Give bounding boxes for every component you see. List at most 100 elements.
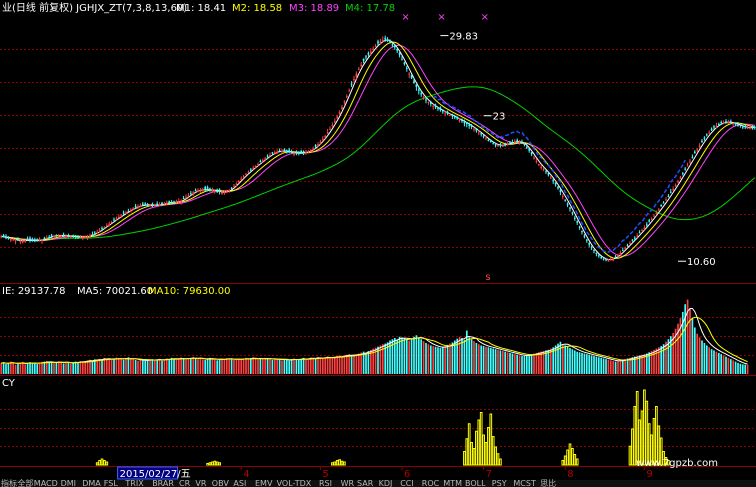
candle-body — [55, 235, 58, 237]
candle-body — [511, 142, 514, 144]
indicator-tab[interactable]: VR — [195, 479, 206, 487]
volume-bar — [569, 347, 571, 374]
volume-bar — [81, 361, 84, 374]
volume-bar — [713, 350, 715, 374]
volume-bar — [573, 350, 576, 374]
indicator-tab[interactable]: 思比 — [540, 478, 556, 487]
candle-body — [139, 205, 142, 207]
indicator-tab[interactable]: MCST — [513, 479, 536, 487]
indicator-tab[interactable]: CCI — [400, 479, 414, 487]
candle-body — [41, 239, 43, 242]
candle-body — [281, 150, 283, 152]
indicator-tab[interactable]: DMA — [82, 479, 101, 487]
volume-bar — [744, 364, 747, 374]
candle-body — [518, 141, 521, 143]
indicator-tab[interactable]: MTM — [443, 479, 462, 487]
candle-body — [137, 206, 139, 208]
volume-bar — [607, 359, 610, 374]
stock-chart-window: 业(日线 前复权) JGHJX_ZT(7,3,8,13,60) M1: 18.4… — [0, 0, 756, 487]
volume-bar — [247, 359, 250, 374]
indicator-tab[interactable]: 指标 — [1, 478, 17, 487]
candle-body — [33, 239, 36, 241]
candle-body — [708, 132, 711, 134]
candle-body — [110, 221, 113, 223]
volume-bar — [137, 360, 139, 374]
volume-bar — [434, 346, 437, 374]
indicator-tab[interactable]: 全部 — [17, 478, 33, 487]
candle-body — [523, 143, 526, 145]
indicator-tab[interactable]: WR — [341, 479, 355, 487]
indicator-tab[interactable]: EMV — [255, 479, 273, 487]
candle-body — [749, 127, 751, 129]
candle-body — [629, 242, 631, 244]
volume-ma5-label: MA5: 70021.60 — [77, 286, 153, 297]
candle-body — [45, 237, 48, 239]
volume-bar — [321, 358, 324, 374]
volume-bar — [494, 349, 497, 374]
volume-bar — [720, 354, 723, 374]
indicator-tab[interactable]: VOL-TDX — [277, 479, 312, 487]
indicator-tab[interactable]: BRAR — [152, 479, 174, 487]
volume-bar — [165, 358, 168, 374]
candle-body — [612, 258, 615, 261]
indicator-tab[interactable]: TRIX — [124, 479, 144, 487]
candlestick-chart[interactable]: 业(日线 前复权) JGHJX_ZT(7,3,8,13,60) M1: 18.4… — [0, 0, 756, 487]
indicator-tab[interactable]: FSL — [104, 479, 119, 487]
volume-bar — [499, 350, 502, 374]
indicator-tab[interactable]: OBV — [212, 479, 230, 487]
volume-bar — [689, 308, 691, 374]
candle-body — [369, 51, 372, 54]
volume-bar — [204, 360, 207, 374]
candle-body — [357, 68, 360, 70]
volume-bar — [461, 338, 463, 374]
volume-bar — [564, 345, 567, 374]
candle-body — [643, 227, 646, 229]
indicator-tab[interactable]: SAR — [357, 479, 374, 487]
indicator-tab[interactable]: PSY — [492, 479, 507, 487]
candle-body — [453, 116, 456, 118]
candle-body — [439, 107, 442, 111]
indicator-tab[interactable]: BOLL — [465, 479, 486, 487]
candle-body — [425, 99, 427, 101]
volume-bar — [619, 360, 622, 374]
volume-bar — [439, 347, 442, 374]
candle-body — [434, 105, 437, 108]
indicator-tab[interactable]: RSI — [319, 479, 332, 487]
indicator-tab[interactable]: DMI — [61, 479, 76, 487]
volume-bar — [506, 352, 509, 374]
candle-body — [353, 78, 355, 80]
volume-bar — [698, 337, 701, 374]
candle-body — [533, 157, 535, 159]
volume-bar — [96, 360, 99, 374]
volume-bar — [468, 337, 471, 374]
candle-body — [36, 240, 39, 242]
candle-body — [161, 202, 163, 205]
volume-bar — [225, 358, 228, 374]
indicator-tab[interactable]: MACD — [34, 479, 58, 487]
volume-bar — [446, 344, 449, 374]
candle-body — [638, 232, 641, 234]
volume-bar — [146, 360, 149, 374]
candle-body — [266, 155, 269, 157]
candle-body — [669, 191, 672, 193]
candle-body — [485, 138, 487, 140]
candle-body — [295, 151, 298, 154]
candle-body — [230, 187, 233, 189]
candle-body — [156, 203, 159, 206]
candle-body — [401, 59, 403, 61]
volume-bar — [317, 356, 319, 374]
candle-body — [297, 152, 300, 154]
candle-body — [319, 141, 322, 144]
candle-body — [461, 119, 463, 122]
candle-body — [566, 203, 569, 205]
volume-bar — [281, 360, 283, 374]
indicator-tab[interactable]: ASI — [233, 479, 246, 487]
indicator-tab[interactable]: KDJ — [379, 479, 393, 487]
volume-bar — [511, 353, 514, 374]
volume-bar — [530, 354, 533, 374]
candle-body — [360, 64, 363, 67]
indicator-tab[interactable]: CR — [179, 479, 191, 487]
volume-bar — [295, 359, 298, 374]
indicator-tab[interactable]: ROC — [422, 479, 440, 487]
candle-body — [62, 234, 65, 236]
